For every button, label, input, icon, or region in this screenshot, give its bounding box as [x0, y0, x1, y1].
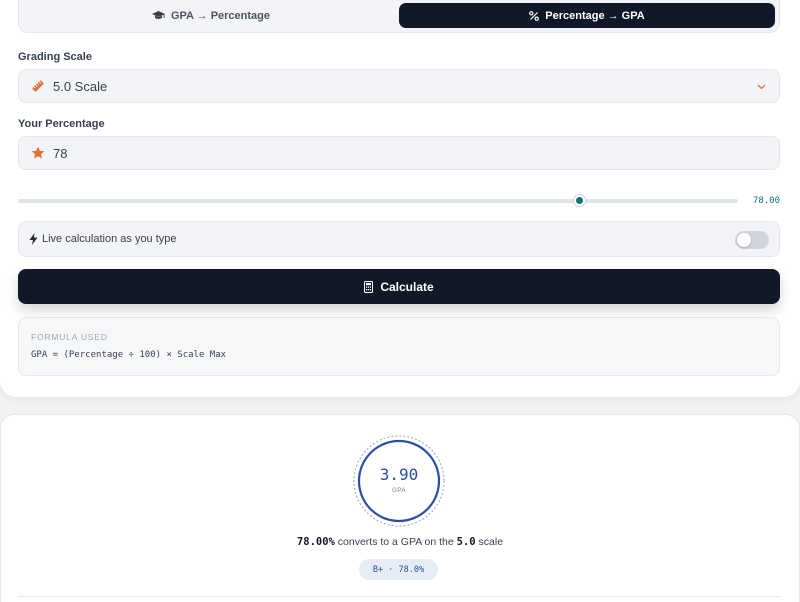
ruler-icon [32, 80, 44, 92]
mode-tabs: GPA → Percentage Percentage → GPA [18, 0, 780, 33]
tab-label: Percentage → GPA [545, 9, 645, 22]
live-calculation-row: Live calculation as you type [18, 221, 780, 257]
grading-scale-select[interactable]: 5.0 Scale [18, 69, 780, 103]
tab-label: GPA → Percentage [170, 9, 271, 22]
toggle-knob [737, 233, 751, 247]
grade-badge: B+ · 78.0% [359, 559, 438, 580]
percentage-input[interactable]: 78 [18, 136, 780, 170]
percent-icon [529, 10, 540, 21]
calculate-label: Calculate [380, 279, 434, 294]
tab-gpa-to-percentage[interactable]: GPA → Percentage [23, 3, 399, 28]
grading-scale-value: 5.0 Scale [53, 78, 108, 94]
summary-scale: 5.0 [456, 536, 476, 548]
tab-percentage-to-gpa[interactable]: Percentage → GPA [399, 3, 775, 28]
grading-scale-label: Grading Scale [18, 51, 92, 63]
gpa-gauge: 3.90 GPA [353, 435, 445, 527]
graduation-cap-icon [151, 11, 165, 19]
formula-expression: GPA = (Percentage ÷ 100) × Scale Max [31, 350, 227, 360]
summary-text: converts to a GPA on the [334, 536, 457, 548]
star-icon [31, 146, 45, 159]
calculator-icon [364, 280, 374, 293]
result-summary: 78.00% converts to a GPA on the 5.0 scal… [0, 536, 800, 548]
summary-percent: 78.00% [296, 536, 335, 548]
live-calculation-toggle[interactable] [735, 231, 769, 249]
slider-readout: 78.00 [752, 196, 780, 206]
lightning-icon [29, 233, 38, 245]
formula-title: FORMULA USED [31, 332, 108, 342]
gpa-unit: GPA [392, 488, 406, 494]
divider [18, 596, 780, 597]
formula-box: FORMULA USED GPA = (Percentage ÷ 100) × … [18, 317, 780, 376]
gpa-value: 3.90 [379, 465, 419, 484]
percentage-value: 78 [53, 145, 68, 161]
percentage-slider[interactable] [18, 195, 738, 206]
percentage-label: Your Percentage [18, 118, 105, 130]
chevron-down-icon [757, 84, 766, 90]
live-calculation-label: Live calculation as you type [42, 233, 177, 245]
calculate-button[interactable]: Calculate [18, 269, 780, 304]
summary-end: scale [475, 536, 504, 548]
